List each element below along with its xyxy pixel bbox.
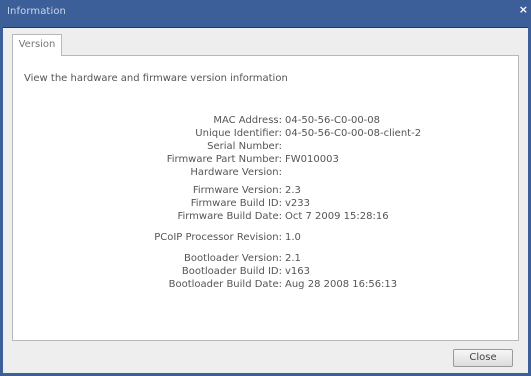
field-label: Firmware Build Date: (177, 211, 282, 222)
field-value: 2.1 (285, 253, 301, 264)
field-value: 1.0 (285, 232, 301, 243)
field-row-mac-address: MAC Address: 04-50-56-C0-00-08 (0, 114, 531, 127)
close-button[interactable]: Close (453, 349, 513, 367)
field-label: Firmware Part Number: (166, 154, 282, 165)
field-label: Firmware Build ID: (190, 198, 282, 209)
field-value: v163 (285, 266, 311, 277)
field-row-bootloader-version: Bootloader Version: 2.1 (0, 252, 531, 265)
tab-version[interactable]: Version (12, 34, 62, 56)
field-label: Bootloader Build ID: (181, 266, 282, 277)
field-label: Bootloader Version: (184, 253, 282, 264)
field-row-pcoip-processor-revision: PCoIP Processor Revision: 1.0 (0, 231, 531, 244)
field-row-bootloader-build-date: Bootloader Build Date: Aug 28 2008 16:56… (0, 278, 531, 291)
field-row-firmware-build-date: Firmware Build Date: Oct 7 2009 15:28:16 (0, 210, 531, 223)
panel-description: View the hardware and firmware version i… (24, 73, 288, 84)
field-value: FW010003 (285, 154, 339, 165)
field-row-firmware-part-number: Firmware Part Number: FW010003 (0, 153, 531, 166)
field-label: Firmware Version: (192, 185, 282, 196)
field-value: 2.3 (285, 185, 301, 196)
field-value: 04-50-56-C0-00-08-client-2 (285, 128, 422, 139)
field-label: PCoIP Processor Revision: (154, 232, 282, 243)
window-title: Information (7, 6, 66, 17)
field-label: Unique Identifier: (195, 128, 282, 139)
window-close-icon[interactable]: × (519, 4, 528, 16)
field-row-hardware-version: Hardware Version: (0, 166, 531, 179)
field-label: Hardware Version: (190, 167, 282, 178)
information-dialog: Information × Version View the hardware … (0, 0, 531, 376)
field-label: Serial Number: (207, 141, 282, 152)
field-value: 04-50-56-C0-00-08 (285, 115, 381, 126)
field-label: MAC Address: (213, 115, 282, 126)
field-value: Oct 7 2009 15:28:16 (285, 211, 389, 222)
field-value: v233 (285, 198, 311, 209)
field-row-firmware-build-id: Firmware Build ID: v233 (0, 197, 531, 210)
field-row-unique-identifier: Unique Identifier: 04-50-56-C0-00-08-cli… (0, 127, 531, 140)
title-bar[interactable]: Information × (0, 0, 531, 28)
field-row-serial-number: Serial Number: (0, 140, 531, 153)
field-row-bootloader-build-id: Bootloader Build ID: v163 (0, 265, 531, 278)
field-value: Aug 28 2008 16:56:13 (285, 279, 398, 290)
field-row-firmware-version: Firmware Version: 2.3 (0, 184, 531, 197)
field-label: Bootloader Build Date: (168, 279, 282, 290)
